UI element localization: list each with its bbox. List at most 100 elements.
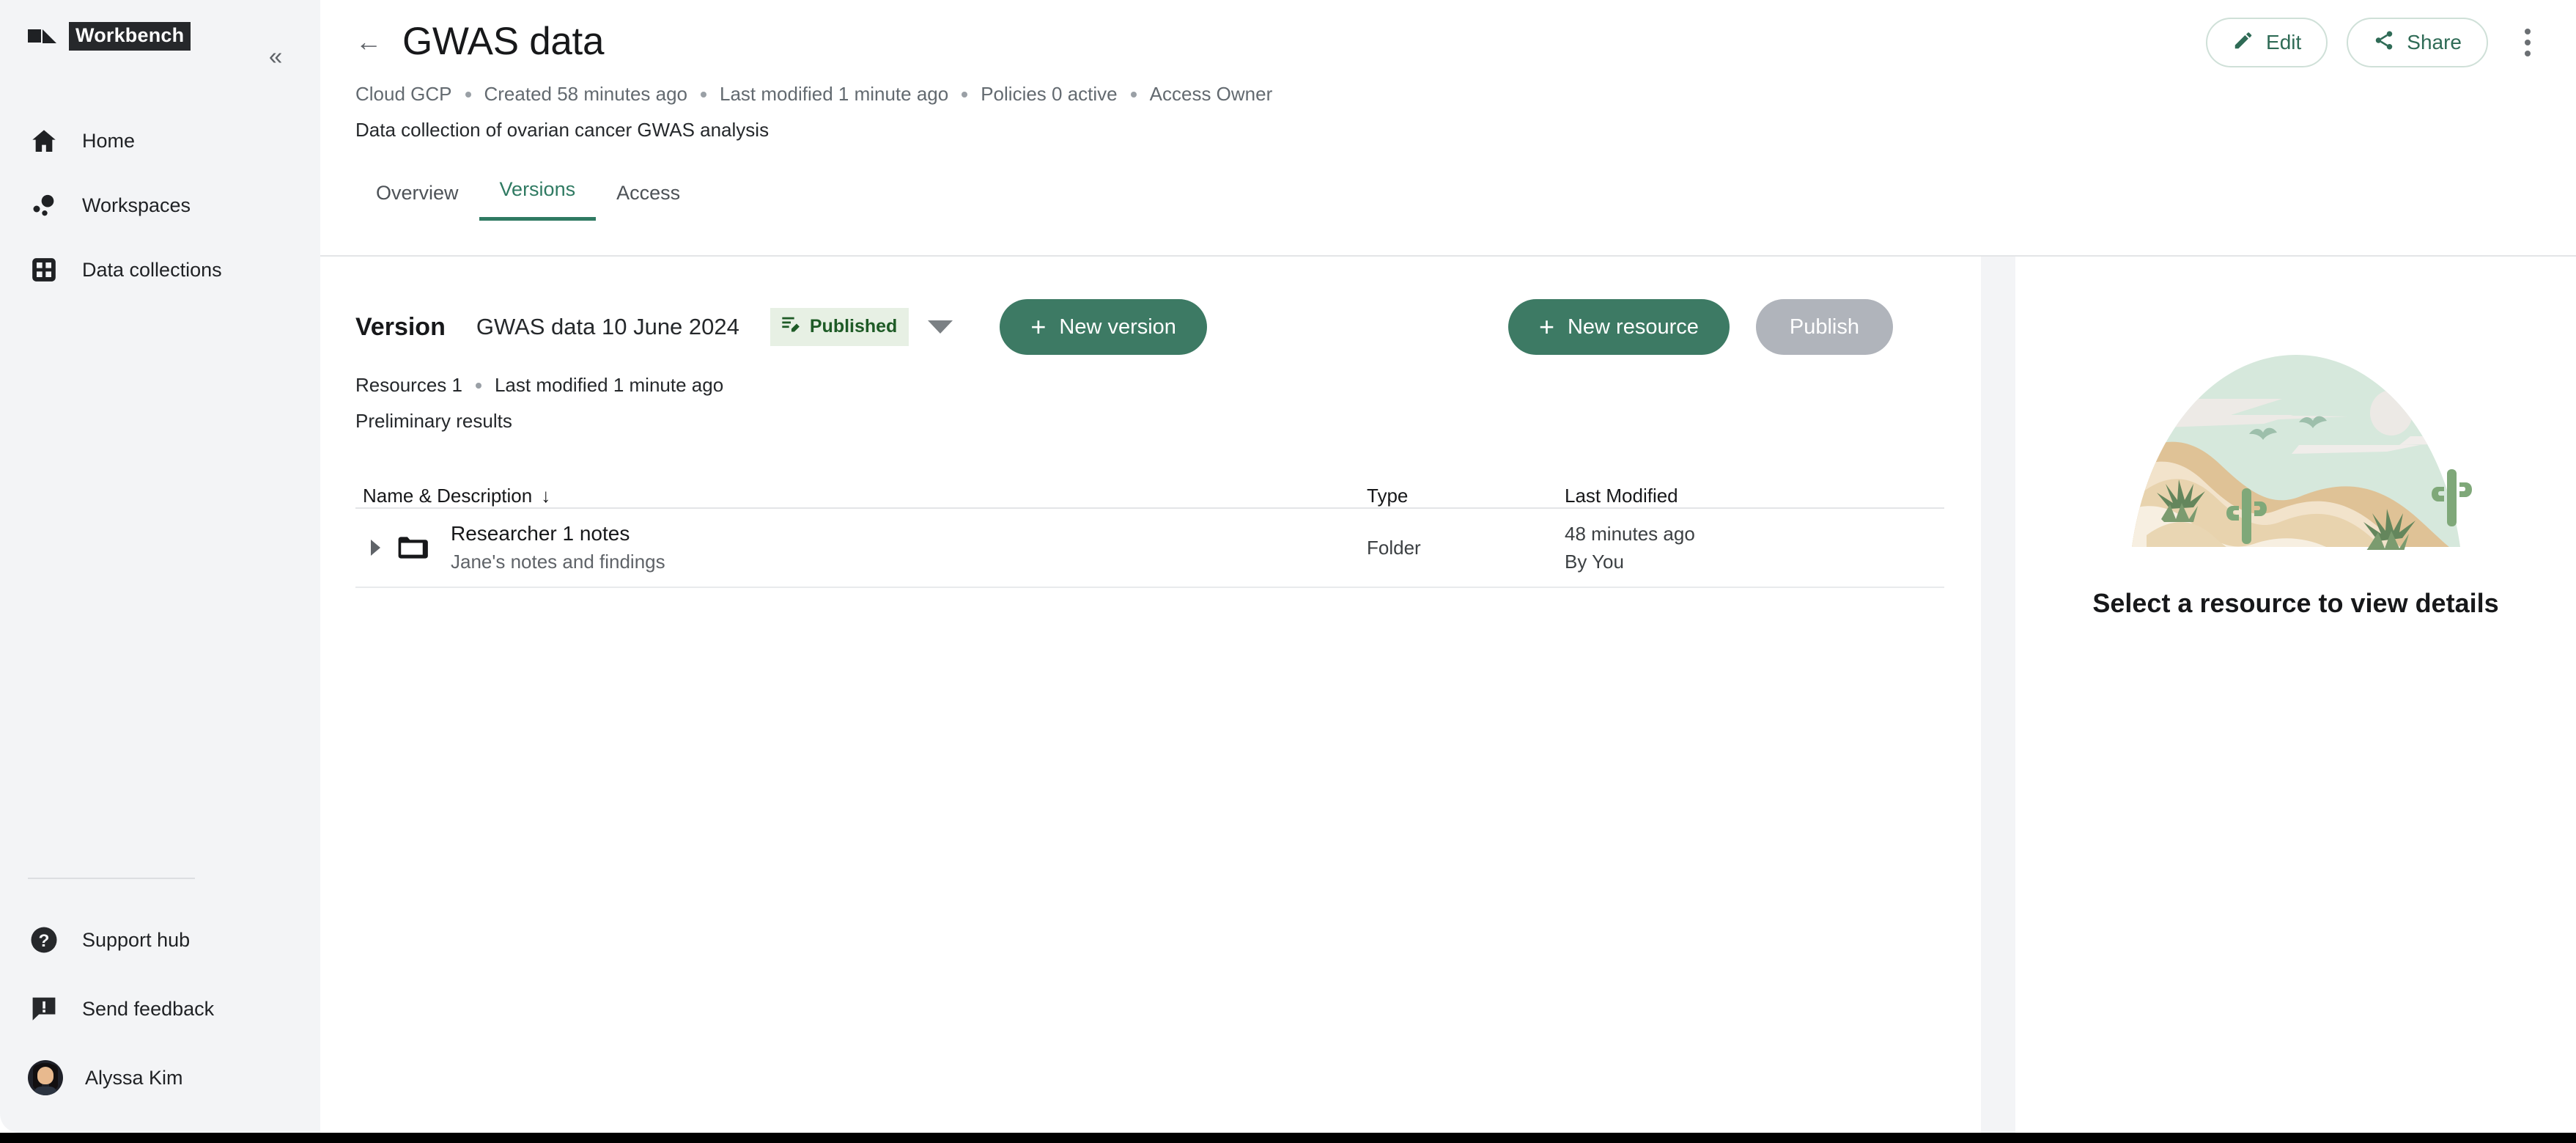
sidebar-item-workspaces[interactable]: Workspaces — [0, 173, 320, 238]
grid-icon — [28, 254, 60, 286]
sidebar-item-label: Home — [82, 129, 136, 152]
sidebar-item-label: Workspaces — [82, 194, 191, 216]
feedback-icon — [28, 993, 60, 1025]
column-header-name-label: Name & Description — [363, 485, 533, 507]
sidebar-item-support-hub[interactable]: ? Support hub — [0, 905, 320, 974]
row-type: Folder — [1367, 536, 1421, 559]
version-toolbar: Version GWAS data 10 June 2024 Published — [320, 257, 1981, 355]
detail-pane: Select a resource to view details — [2015, 257, 2576, 1133]
brand-name: Workbench — [69, 21, 191, 51]
column-header-last-modified[interactable]: Last Modified — [1565, 485, 1944, 507]
user-name: Alyssa Kim — [85, 1066, 183, 1089]
row-type-cell: Folder — [1367, 537, 1565, 559]
meta-separator-dot — [1130, 91, 1137, 98]
table-row[interactable]: Researcher 1 notes Jane's notes and find… — [355, 509, 1944, 588]
sidebar-nav: Home Workspaces Data collections — [0, 109, 320, 302]
body-split: Version GWAS data 10 June 2024 Published — [320, 257, 2576, 1133]
meta-policies: Policies 0 active — [981, 83, 1118, 105]
status-badge[interactable]: Published — [770, 308, 909, 346]
sidebar-item-user[interactable]: Alyssa Kim — [0, 1043, 320, 1112]
sidebar-item-data-collections[interactable]: Data collections — [0, 238, 320, 302]
version-right-actions: + New resource Publish — [1507, 299, 1893, 355]
sidebar-divider — [28, 878, 195, 879]
new-version-label: New version — [1059, 315, 1176, 339]
expand-row-icon[interactable] — [355, 540, 395, 556]
row-description: Jane's notes and findings — [451, 551, 665, 573]
new-resource-label: New resource — [1567, 315, 1699, 339]
row-name: Researcher 1 notes — [451, 522, 630, 545]
row-modified-time: 48 minutes ago — [1565, 522, 1695, 545]
version-description: Preliminary results — [355, 410, 512, 432]
version-meta: Resources 1 Last modified 1 minute ago — [355, 374, 1981, 397]
header-actions: Edit Share — [2206, 18, 2548, 67]
column-header-name[interactable]: Name & Description ↓ — [355, 485, 1367, 507]
meta-separator-dot — [962, 91, 968, 98]
share-icon — [2373, 29, 2395, 56]
workbench-logo-icon — [28, 25, 57, 47]
page-header: ← GWAS data Edit Share Cloud GCP Created… — [320, 0, 2576, 257]
help-icon: ? — [28, 924, 60, 956]
sidebar-item-home[interactable]: Home — [0, 109, 320, 173]
collapse-sidebar-icon[interactable]: « — [258, 38, 293, 73]
sidebar-item-label: Data collections — [82, 258, 222, 281]
version-label: Version — [355, 312, 446, 341]
row-texts: Researcher 1 notes Jane's notes and find… — [451, 522, 665, 573]
empty-state-text: Select a resource to view details — [2092, 588, 2499, 618]
bottom-bar — [0, 1133, 2576, 1143]
new-version-button[interactable]: + New version — [1000, 299, 1207, 355]
folder-icon — [395, 531, 433, 565]
more-options-icon[interactable] — [2507, 19, 2548, 66]
svg-text:?: ? — [39, 931, 50, 951]
app-window: Workbench « Home Workspaces Data collect… — [0, 0, 2576, 1133]
column-header-type[interactable]: Type — [1367, 485, 1565, 507]
sort-descending-icon: ↓ — [541, 485, 551, 507]
status-dropdown-caret-icon[interactable] — [928, 320, 953, 334]
share-button[interactable]: Share — [2347, 18, 2488, 67]
published-note-icon — [780, 314, 801, 339]
status-badge-label: Published — [809, 316, 898, 337]
collection-description: Data collection of ovarian cancer GWAS a… — [355, 119, 770, 141]
version-last-modified: Last modified 1 minute ago — [494, 374, 724, 396]
share-button-label: Share — [2407, 31, 2462, 54]
page-title: GWAS data — [402, 20, 605, 63]
row-name-cell: Researcher 1 notes Jane's notes and find… — [395, 522, 1367, 573]
resources-count: Resources 1 — [355, 374, 462, 396]
tab-overview[interactable]: Overview — [355, 182, 479, 221]
tab-versions[interactable]: Versions — [479, 178, 597, 221]
resources-table: Name & Description ↓ Type Last Modified — [355, 463, 1944, 588]
avatar — [28, 1060, 63, 1095]
workspaces-icon — [28, 189, 60, 221]
plus-icon: + — [1030, 312, 1047, 342]
edit-button-label: Edit — [2266, 31, 2302, 54]
row-modified-cell: 48 minutes ago By You — [1565, 523, 1944, 573]
table-header-row: Name & Description ↓ Type Last Modified — [355, 463, 1944, 509]
meta-last-modified: Last modified 1 minute ago — [720, 83, 949, 105]
versions-pane: Version GWAS data 10 June 2024 Published — [320, 257, 1981, 1133]
meta-separator-dot — [701, 91, 707, 98]
sidebar-footer: ? Support hub Send feedback Alyssa Kim — [0, 878, 320, 1133]
meta-cloud: Cloud GCP — [355, 83, 452, 105]
tab-access[interactable]: Access — [596, 182, 701, 221]
meta-created: Created 58 minutes ago — [484, 83, 688, 105]
pencil-icon — [2232, 29, 2254, 56]
back-icon[interactable]: ← — [350, 23, 388, 61]
sidebar-item-label: Send feedback — [82, 997, 215, 1020]
sidebar: Workbench « Home Workspaces Data collect… — [0, 0, 320, 1133]
publish-button[interactable]: Publish — [1755, 299, 1893, 355]
pane-divider — [1981, 257, 2015, 1133]
desert-landscape-illustration — [2131, 355, 2472, 550]
metadata-line: Cloud GCP Created 58 minutes ago Last mo… — [355, 83, 2576, 106]
new-resource-button[interactable]: + New resource — [1507, 299, 1730, 355]
version-name: GWAS data 10 June 2024 — [476, 314, 739, 339]
sidebar-item-send-feedback[interactable]: Send feedback — [0, 974, 320, 1043]
row-modified-by: By You — [1565, 550, 1624, 573]
home-icon — [28, 125, 60, 157]
plus-icon: + — [1538, 312, 1554, 342]
sidebar-item-label: Support hub — [82, 928, 191, 951]
meta-access: Access Owner — [1149, 83, 1273, 105]
meta-separator-dot — [465, 91, 471, 98]
tab-bar: Overview Versions Access — [355, 165, 2576, 221]
meta-separator-dot — [475, 382, 481, 389]
edit-button[interactable]: Edit — [2206, 18, 2328, 67]
main-area: ← GWAS data Edit Share Cloud GCP Created… — [320, 0, 2576, 1133]
